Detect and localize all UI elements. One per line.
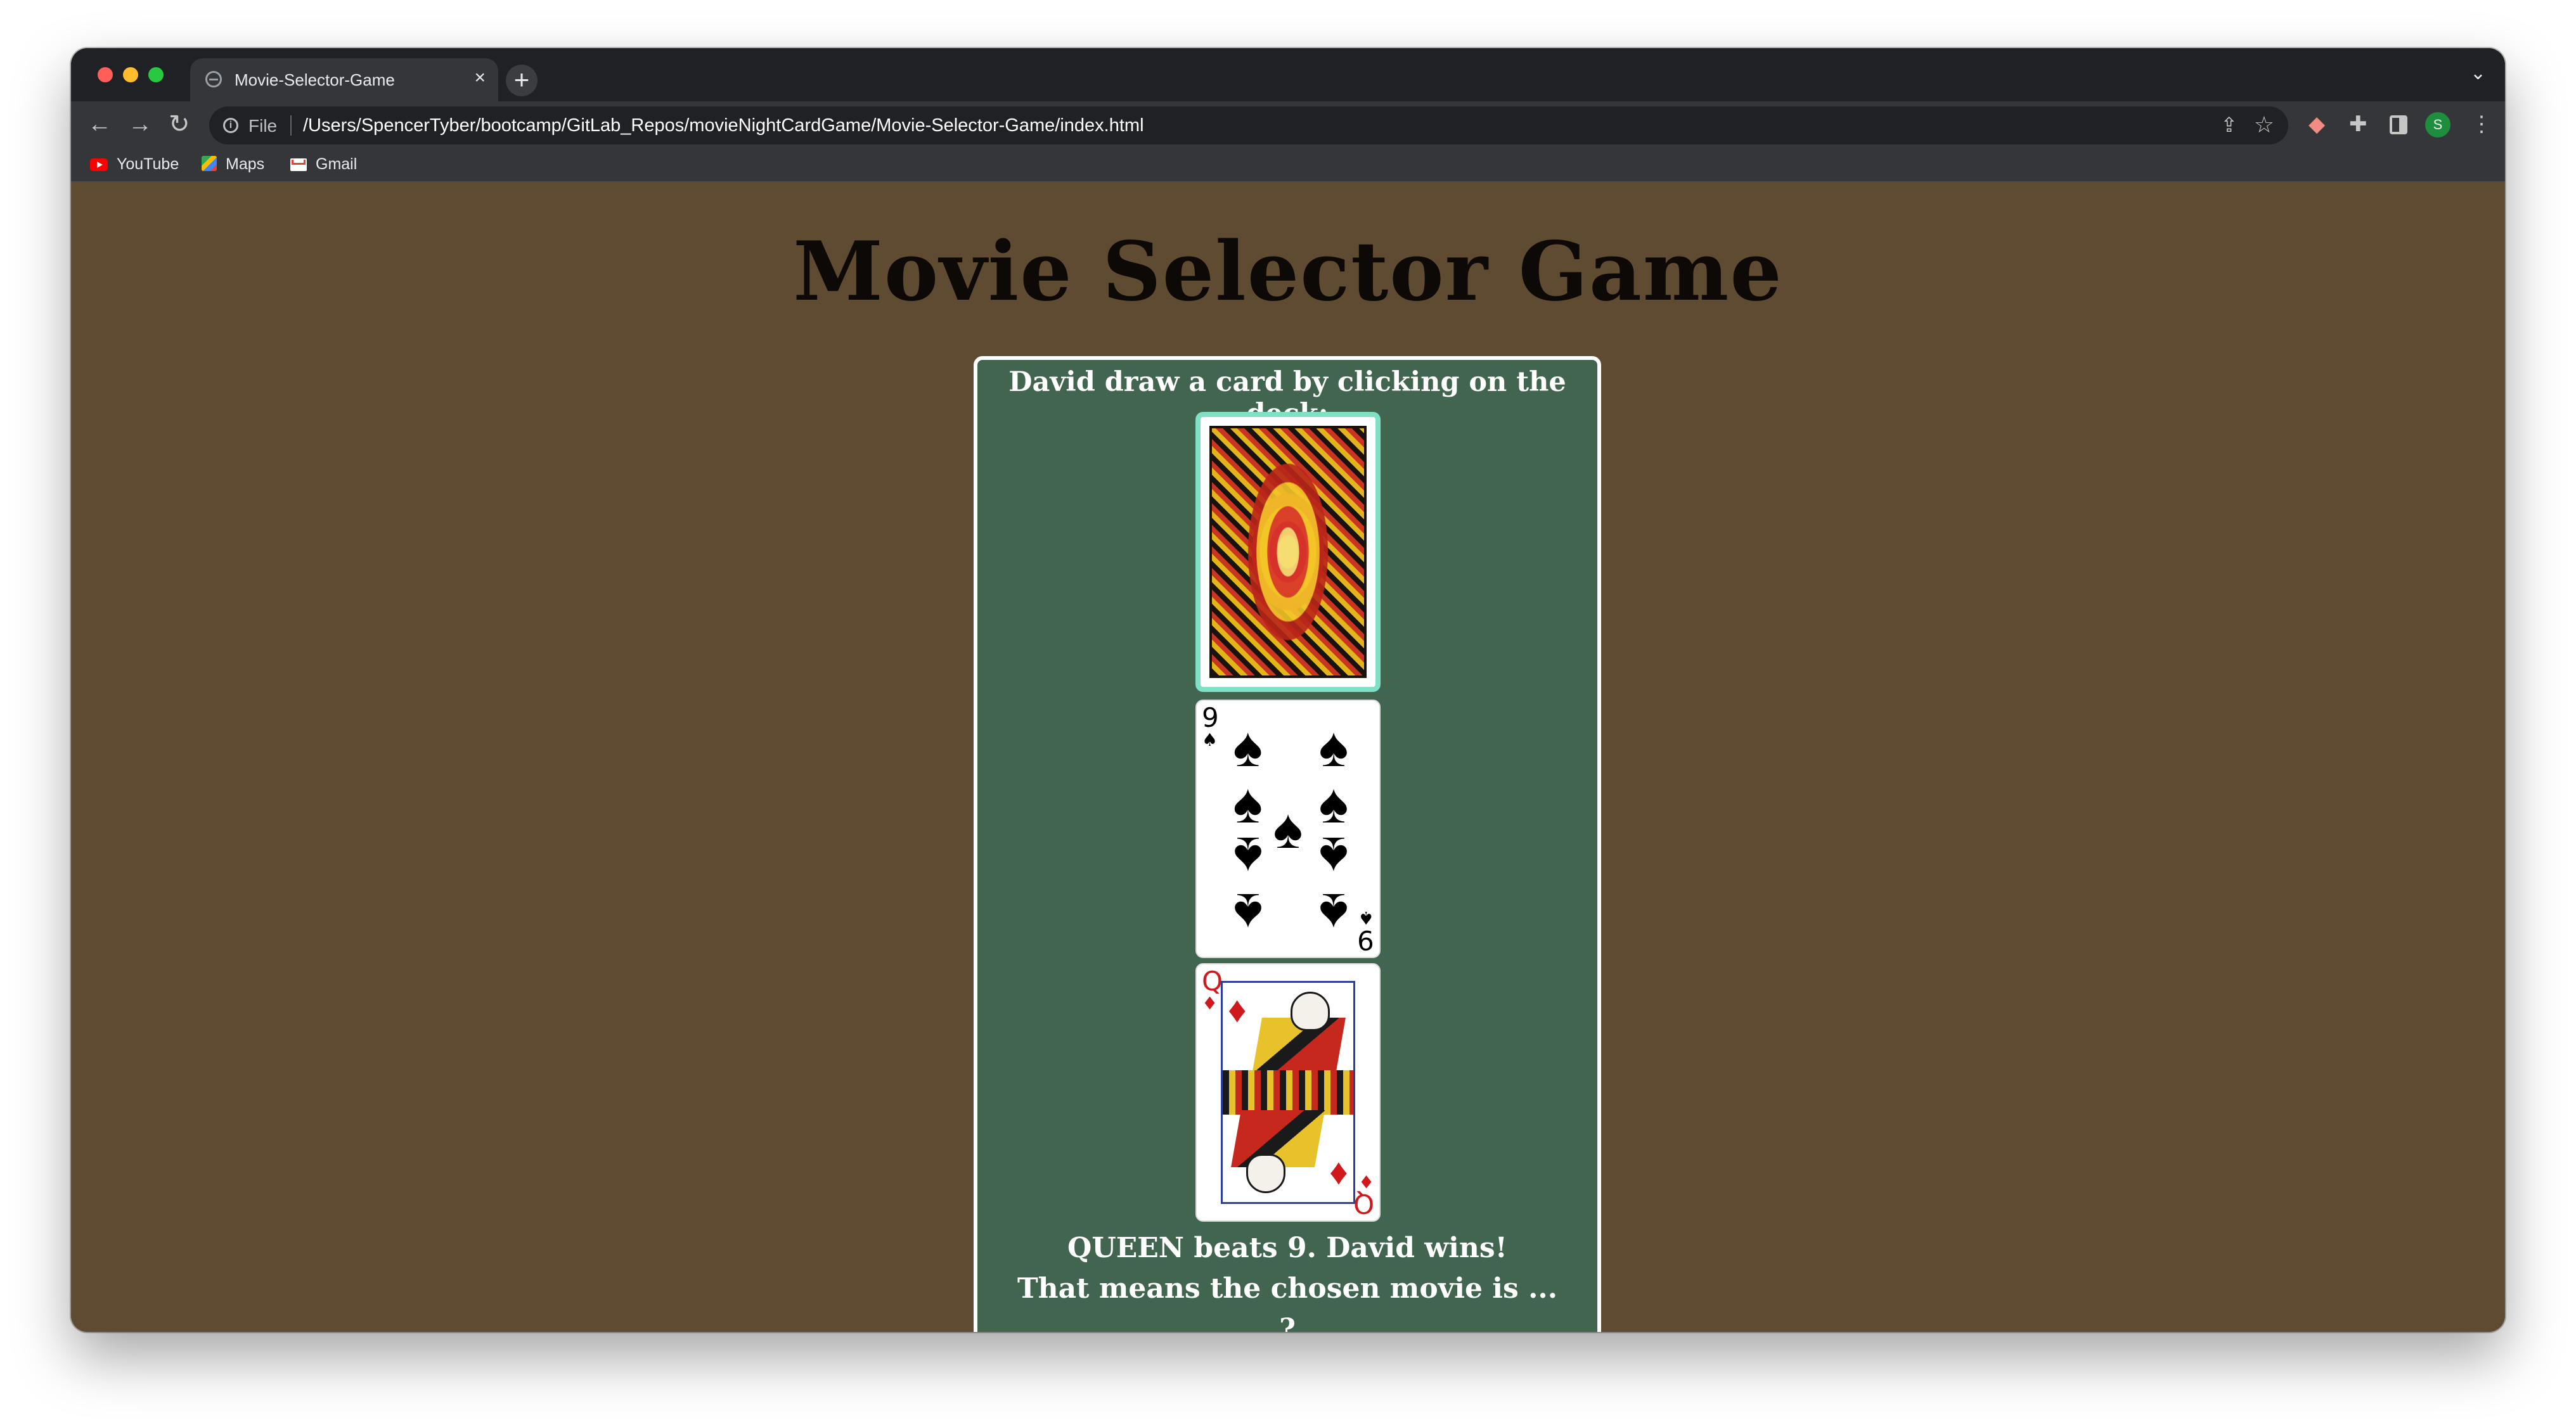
card-suit: ♦ xyxy=(1202,993,1218,1014)
address-bar[interactable]: i File /Users/SpencerTyber/bootcamp/GitL… xyxy=(209,106,2288,144)
spade-pip-icon: ♠ xyxy=(1233,715,1263,778)
spade-pip-icon: ♠ xyxy=(1273,797,1303,860)
bookmarks-bar: YouTube Maps Gmail xyxy=(71,148,2505,182)
youtube-icon xyxy=(90,158,108,171)
minimize-window-button[interactable] xyxy=(123,67,138,82)
profile-avatar[interactable]: S xyxy=(2425,112,2450,138)
bookmark-label: Gmail xyxy=(316,155,357,173)
bookmark-star-icon[interactable]: ☆ xyxy=(2254,112,2274,138)
close-window-button[interactable] xyxy=(98,67,113,82)
tab-title: Movie-Selector-Game xyxy=(235,70,395,89)
reload-icon[interactable]: ↻ xyxy=(169,109,190,139)
extension-icon[interactable]: ◆ xyxy=(2309,112,2325,137)
card-back-pattern xyxy=(1209,426,1367,678)
url-text[interactable]: /Users/SpencerTyber/bootcamp/GitLab_Repo… xyxy=(303,115,1144,136)
drawn-card-queen-of-diamonds: Q ♦ ♦ ♦ Q ♦ xyxy=(1195,963,1381,1222)
card-suit: ♠ xyxy=(1358,907,1374,928)
drawn-card-nine-of-spades: 9 ♠ ♠ ♠ ♠ ♠ ♠ ♠ ♠ ♠ ♠ 9 ♠ xyxy=(1195,700,1381,958)
globe-icon xyxy=(205,71,222,87)
tab-close-icon[interactable]: × xyxy=(474,67,486,89)
bookmark-label: Maps xyxy=(226,155,265,173)
card-corner-top: 9 ♠ xyxy=(1202,705,1219,749)
maps-icon xyxy=(202,156,217,171)
back-arrow-icon[interactable]: ← xyxy=(87,109,112,139)
address-separator xyxy=(290,115,292,136)
spade-pip-icon: ♠ xyxy=(1233,882,1263,945)
spade-pip-icon: ♠ xyxy=(1318,826,1349,889)
result-movie-line: That means the chosen movie is ... xyxy=(1017,1272,1558,1305)
info-icon[interactable]: i xyxy=(223,118,238,133)
page-viewport: Movie Selector Game David draw a card by… xyxy=(71,182,2505,1332)
card-corner-top: Q ♦ xyxy=(1202,968,1223,1013)
spade-pip-icon: ♠ xyxy=(1233,826,1263,889)
browser-tab[interactable]: Movie-Selector-Game × xyxy=(190,58,498,101)
gmail-icon xyxy=(290,158,307,171)
file-scheme-label: File xyxy=(248,116,278,136)
result-message: QUEEN beats 9. David wins! That means th… xyxy=(977,1228,1597,1332)
share-icon[interactable]: ⇪ xyxy=(2220,113,2238,137)
bookmark-label: YouTube xyxy=(117,155,179,173)
diamond-pip-icon: ♦ xyxy=(1329,1155,1348,1196)
browser-toolbar: ← → ↻ i File /Users/SpencerTyber/bootcam… xyxy=(71,101,2505,148)
queen-portrait: ♦ ♦ xyxy=(1221,981,1355,1204)
card-suit: ♦ xyxy=(1358,1171,1374,1192)
bookmark-youtube[interactable]: YouTube xyxy=(90,155,179,174)
spade-pip-icon: ♠ xyxy=(1318,882,1349,945)
queen-face-icon xyxy=(1291,991,1330,1031)
card-corner-bottom: 9 ♠ xyxy=(1357,907,1374,956)
tab-search-icon[interactable]: ⌄ xyxy=(2470,62,2486,84)
spade-pip-icon: ♠ xyxy=(1318,771,1349,835)
spade-pip-icon: ♠ xyxy=(1233,771,1263,835)
card-rank: 9 xyxy=(1202,702,1219,733)
diamond-pip-icon: ♦ xyxy=(1228,989,1247,1030)
card-rank: 9 xyxy=(1357,925,1374,956)
forward-arrow-icon[interactable]: → xyxy=(128,109,152,139)
tab-strip: Movie-Selector-Game × + ⌄ xyxy=(71,48,2505,101)
new-tab-button[interactable]: + xyxy=(506,65,538,96)
spade-pip-icon: ♠ xyxy=(1318,715,1349,778)
result-winner-line: QUEEN beats 9. David wins! xyxy=(1067,1232,1507,1264)
result-movie-name: ? xyxy=(1279,1313,1296,1332)
card-rank: Q xyxy=(1202,966,1223,997)
more-menu-icon[interactable]: ⋮ xyxy=(2471,112,2492,137)
browser-window: Movie-Selector-Game × + ⌄ ← → ↻ i File /… xyxy=(71,48,2505,1332)
bookmark-gmail[interactable]: Gmail xyxy=(290,155,357,174)
queen-face-icon xyxy=(1246,1154,1286,1194)
side-panel-icon[interactable] xyxy=(2390,115,2407,134)
card-deck[interactable] xyxy=(1195,412,1381,692)
maximize-window-button[interactable] xyxy=(148,67,164,82)
card-rank: Q xyxy=(1353,1188,1374,1219)
page-title: Movie Selector Game xyxy=(793,224,1783,319)
bookmark-maps[interactable]: Maps xyxy=(202,155,264,174)
queen-center-band xyxy=(1223,1070,1353,1115)
game-panel: David draw a card by clicking on the dec… xyxy=(974,356,1601,1332)
card-suit: ♠ xyxy=(1202,729,1218,750)
card-corner-bottom: Q ♦ xyxy=(1353,1171,1374,1219)
extensions-puzzle-icon[interactable]: ✚ xyxy=(2349,112,2367,137)
